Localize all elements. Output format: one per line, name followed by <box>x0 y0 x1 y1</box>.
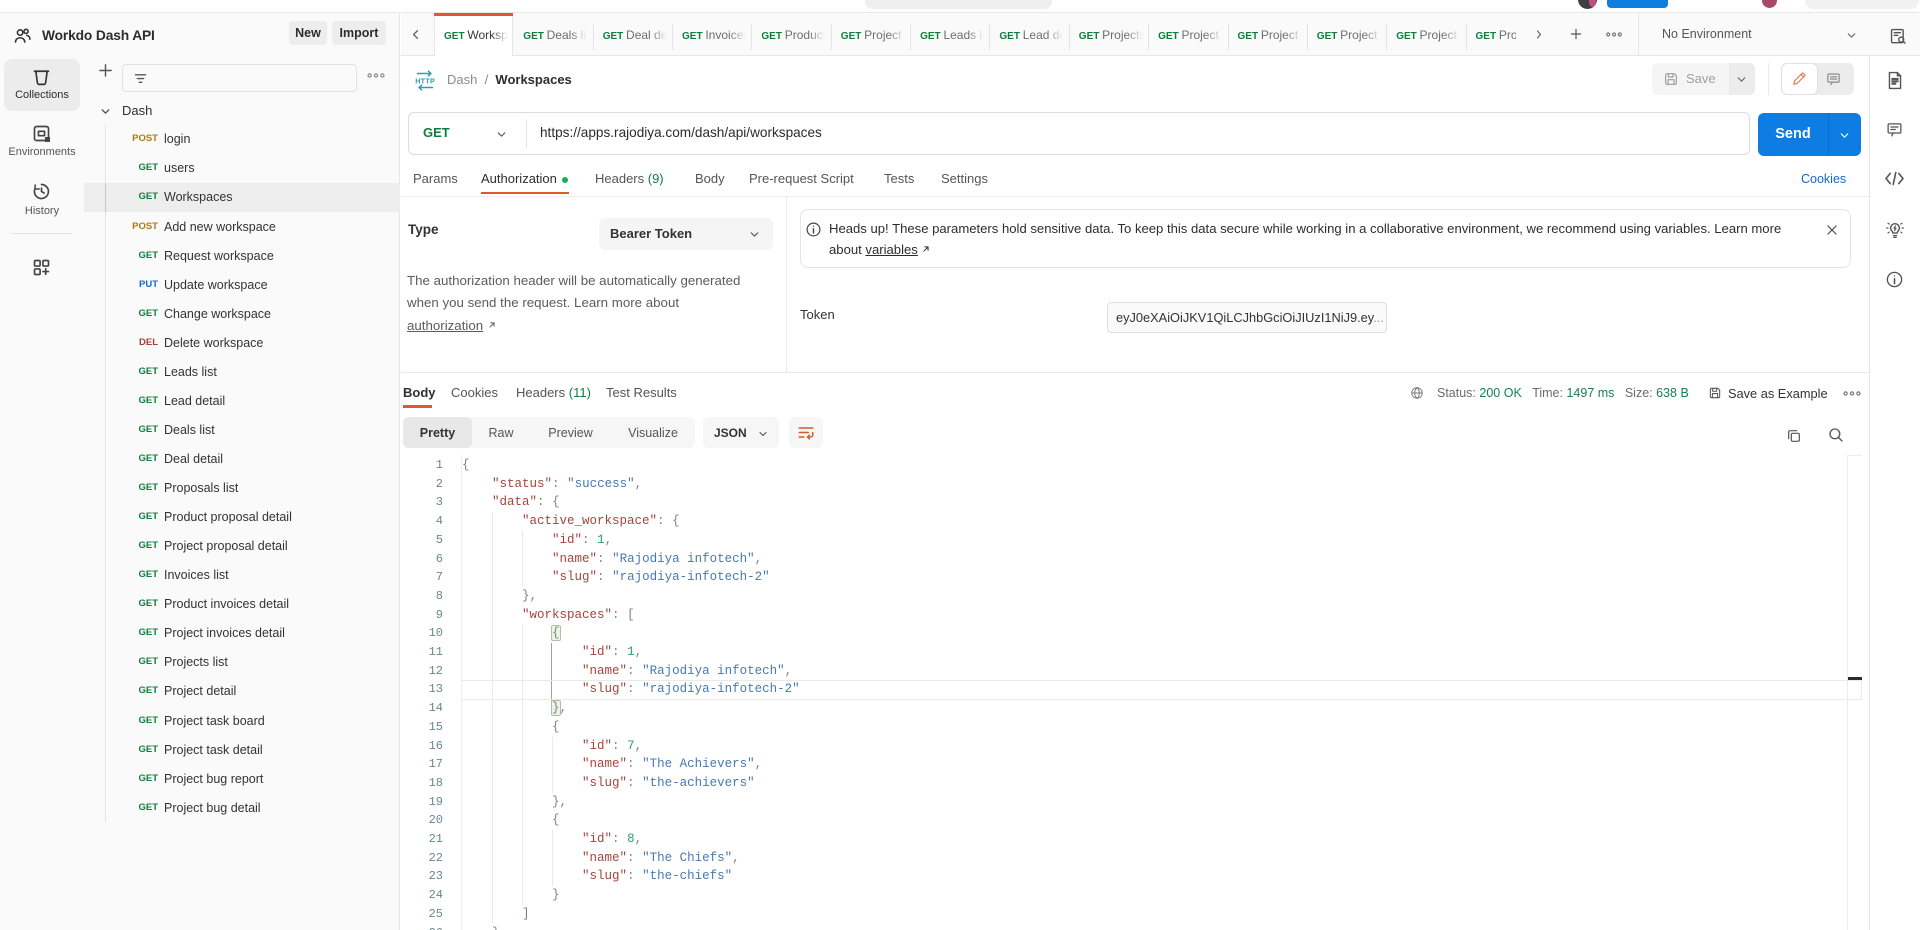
svg-text:HTTP: HTTP <box>415 77 435 86</box>
